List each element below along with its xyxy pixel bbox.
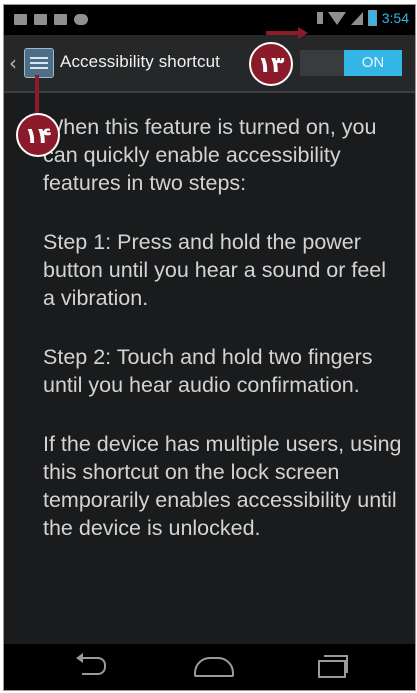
navigation-bar — [4, 644, 415, 690]
description: When this feature is turned on, you can … — [43, 113, 403, 573]
accessibility-settings-icon[interactable] — [24, 48, 54, 78]
paragraph-step-2: Step 2: Touch and hold two fingers until… — [43, 345, 373, 397]
callout-arrow-13 — [298, 27, 308, 39]
callout-line-13 — [266, 31, 300, 35]
mail-icon — [34, 14, 47, 25]
phone-screen: 3:54 ‹ Accessibility shortcut ON When th… — [3, 4, 416, 691]
signal-icon — [350, 11, 363, 25]
recent-apps-icon[interactable] — [314, 653, 354, 679]
action-bar: ‹ Accessibility shortcut ON — [4, 35, 415, 93]
system-icons: 3:54 — [316, 10, 409, 26]
paragraph-multiuser: If the device has multiple users, using … — [43, 432, 402, 540]
callout-badge-13: ۱۳ — [249, 42, 293, 86]
chevron-left-icon[interactable]: ‹ — [9, 51, 17, 75]
briefcase-icon — [54, 14, 67, 25]
battery-icon — [367, 10, 377, 26]
bluetooth-icon — [316, 12, 323, 24]
status-bar: 3:54 — [4, 5, 415, 35]
toggle-on-label: ON — [344, 50, 402, 76]
shortcut-toggle[interactable]: ON — [300, 50, 402, 76]
paragraph-intro: When this feature is turned on, you can … — [43, 115, 377, 195]
callout-badge-14: ۱۴ — [16, 113, 60, 157]
home-icon[interactable] — [192, 653, 234, 679]
callout-line-14 — [35, 75, 39, 115]
paragraph-step-1: Step 1: Press and hold the power button … — [43, 230, 387, 310]
notification-icons — [14, 14, 88, 25]
page-title: Accessibility shortcut — [60, 52, 220, 71]
back-icon[interactable] — [74, 653, 114, 679]
chat-icon — [74, 14, 88, 25]
clock: 3:54 — [381, 10, 409, 26]
picture-icon — [14, 14, 27, 25]
wifi-icon — [327, 11, 346, 25]
